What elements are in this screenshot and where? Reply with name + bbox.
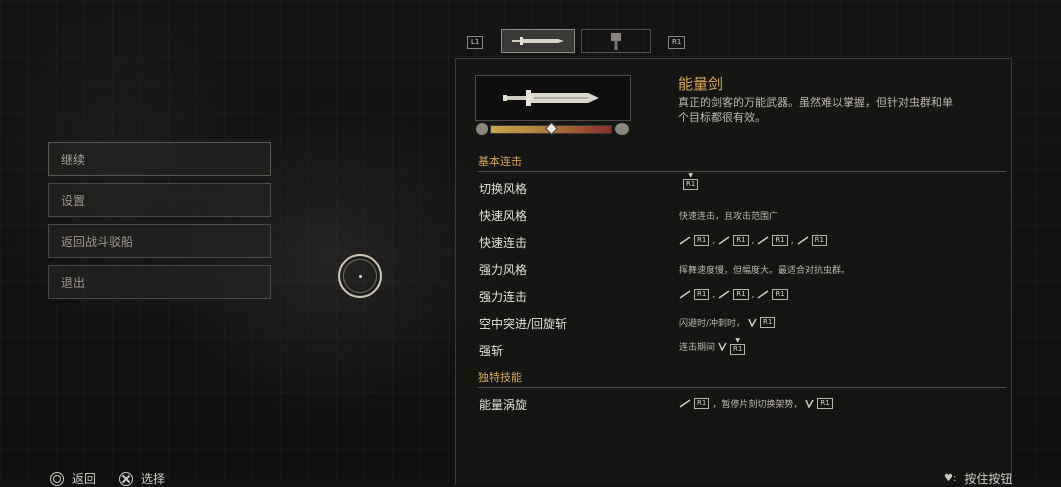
tab-next-button[interactable]: R1 [668,36,686,49]
hint-back[interactable]: 返回 [50,470,96,487]
move-input-heavy-slash: 连击期间 ▼ R1 [679,338,746,355]
move-label-heavy-slash: 强斩 [479,344,504,358]
sword-icon [757,236,769,245]
menu-item-quit[interactable]: 退出 [48,265,271,299]
r1-button-icon: R1 [772,235,788,246]
move-input-air-dash: 闪避时/冲刺时， R1 [679,316,776,329]
r1-button-icon: R1 [817,398,833,409]
move-label-power-style: 强力风格 [479,263,528,277]
section-special-skills: 独特技能 [478,369,1006,388]
weapon-preview [475,75,631,121]
sword-icon [679,399,691,408]
r1-button-icon: R1 [760,317,776,328]
power-sword-icon [503,90,599,106]
pause-menu: 继续 设置 返回战斗驳船 退出 [48,142,271,306]
meter-marker [545,122,558,135]
r1-button-icon: R1 [683,179,699,190]
move-input-power-vortex: R1 ，暂停片刻切换架势， R1 [679,397,833,410]
sword-icon [718,236,730,245]
sword-icon [797,236,809,245]
tab-other-weapon[interactable] [581,29,651,53]
move-input-fast-combo: R1, R1, R1, R1 [679,235,827,246]
r1-button-icon: R1 [733,289,749,300]
r1-button-icon: R1 [694,235,710,246]
move-input-switch-style: ▼ R1 [683,173,699,190]
sword-icon [679,236,691,245]
move-label-fast-combo: 快速连击 [479,236,528,250]
hint-select[interactable]: 选择 [119,470,165,487]
move-label-power-combo: 强力连击 [479,290,528,304]
move-label-air-dash: 空中突进/回旋斩 [479,317,568,331]
section-basic-combos: 基本连击 [478,153,1006,172]
weapon-title: 能量剑 [678,75,724,93]
move-label-power-vortex: 能量涡旋 [479,398,528,412]
dodge-icon [748,318,757,327]
sword-tab-icon [512,37,564,45]
r1-button-icon: R1 [694,398,710,409]
tab-power-sword[interactable] [501,29,575,53]
menu-item-settings[interactable]: 设置 [48,183,271,217]
hint-hold: ♥: 按住按钮 [944,470,1012,487]
cursor-reticle-icon [338,254,382,298]
r1-button-icon: R1 [772,289,788,300]
balance-meter [490,122,612,135]
r1-button-icon: R1 [811,235,827,246]
tab-prev-button[interactable]: L1 [467,36,484,49]
skull-icon [476,123,488,135]
cross-button-icon [119,471,133,486]
sword-icon [757,290,769,299]
hint-back-label: 返回 [72,472,97,486]
move-desc-power-style: 挥舞速度慢，但幅度大。最适合对抗虫群。 [679,266,851,276]
sword-icon [718,290,730,299]
circle-button-icon [50,471,64,486]
sword-icon [679,290,691,299]
r1-button-icon: R1 [694,289,710,300]
hint-hold-label: 按住按钮 [964,472,1013,486]
swarm-icon [615,123,629,135]
move-label-fast-style: 快速风格 [479,209,528,223]
move-label-switch-style: 切换风格 [479,182,528,196]
menu-item-continue[interactable]: 继续 [48,142,271,176]
hold-icon: ♥: [944,473,957,484]
r1-button-icon: R1 [733,235,749,246]
hint-select-label: 选择 [141,472,166,486]
move-desc-fast-style: 快速连击，且攻击范围广 [679,212,779,222]
hammer-tab-icon [611,33,621,50]
r1-button-icon: R1 [730,344,746,355]
move-input-power-combo: R1, R1, R1 [679,289,788,300]
weapon-description: 真正的剑客的万能武器。虽然难以掌握，但针对虫群和单个目标都很有效。 [678,96,953,124]
menu-item-return-barge[interactable]: 返回战斗驳船 [48,224,271,258]
dodge-icon [805,399,814,408]
dodge-icon [718,342,727,351]
